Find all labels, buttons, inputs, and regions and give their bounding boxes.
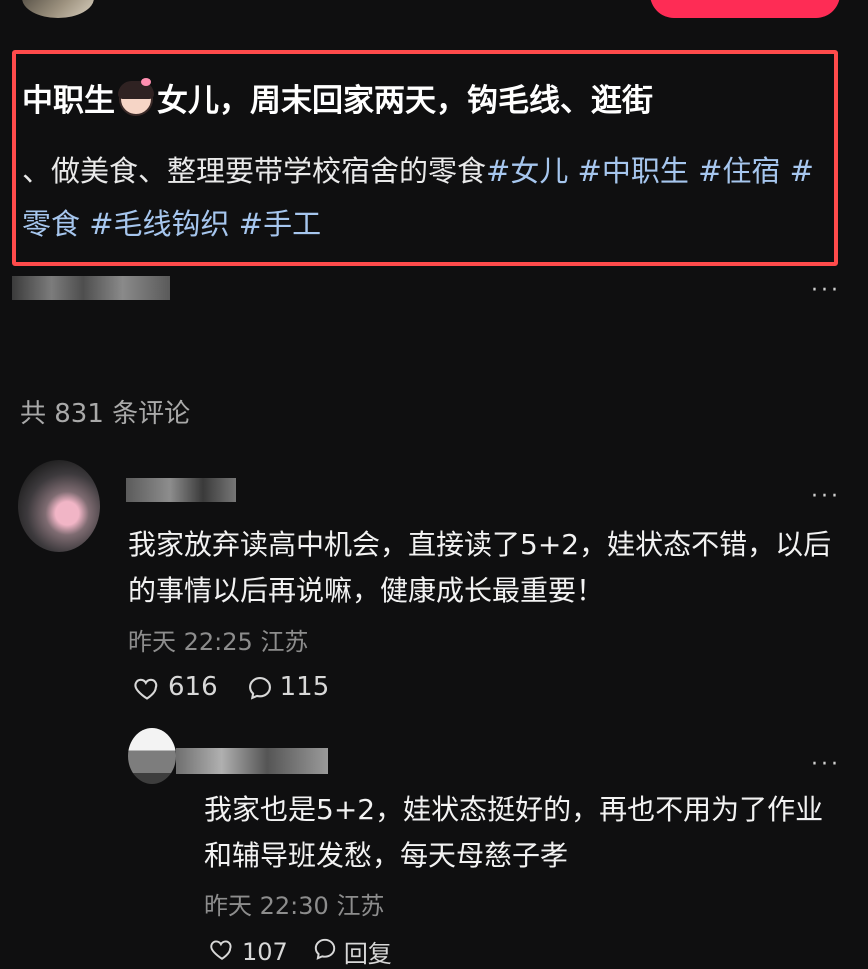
post-more-icon[interactable]: ··· — [811, 280, 841, 302]
reply-like-count: 107 — [242, 937, 288, 966]
commenter-name-blurred[interactable] — [126, 478, 236, 502]
commenter-avatar[interactable] — [18, 460, 100, 552]
comment-time: 昨天 22:25 — [128, 628, 253, 656]
post-title-part2: 女儿，周末回家两天，钩毛线、逛街 — [157, 83, 653, 119]
reply-more-icon[interactable]: ··· — [811, 754, 841, 776]
reply-label[interactable]: 回复 — [344, 934, 392, 969]
comment-more-icon[interactable]: ··· — [811, 486, 841, 508]
post-description: 、做美食、整理要带学校宿舍的零食#女儿 #中职生 #住宿 #零食 #毛线钩织 #… — [22, 145, 834, 251]
blurred-info — [12, 276, 170, 300]
comment-text: 我家放弃读高中机会，直接读了5+2，娃状态不错，以后的事情以后再说嘛，健康成长最… — [128, 528, 832, 607]
author-avatar[interactable] — [22, 0, 94, 18]
hashtag-daughter[interactable]: #女儿 — [486, 154, 568, 188]
like-count: 616 — [168, 672, 218, 702]
replier-avatar[interactable] — [128, 728, 176, 784]
reply-bubble-icon-2[interactable] — [312, 936, 338, 968]
follow-button[interactable] — [650, 0, 840, 18]
comment-location: 江苏 — [260, 628, 309, 656]
replier-name-blurred[interactable] — [176, 748, 328, 774]
hashtag-crochet[interactable]: #毛线钩织 — [89, 207, 229, 241]
comment-meta: 昨天 22:25 江苏 — [128, 622, 308, 657]
reply-count: 115 — [279, 672, 330, 702]
reply-actions: 107 回复 — [208, 934, 392, 969]
reply-meta: 昨天 22:30 江苏 — [204, 886, 384, 921]
hashtag-vocational-student[interactable]: #中职生 — [578, 154, 689, 188]
girl-face-icon — [118, 78, 154, 116]
reply-location: 江苏 — [336, 892, 385, 920]
reply-text: 我家也是5+2，娃状态挺好的，再也不用为了作业和辅导班发愁，每天母慈子孝 — [204, 793, 824, 872]
comment-count: 共 831 条评论 — [20, 399, 191, 429]
hashtag-handmade[interactable]: #手工 — [239, 207, 321, 241]
post-title: 中职生 女儿，周末回家两天，钩毛线、逛街 — [22, 78, 653, 122]
comment-actions: 616 115 — [132, 672, 329, 702]
hashtag-boarding[interactable]: #住宿 — [698, 154, 780, 188]
reply-time: 昨天 22:30 — [204, 892, 329, 920]
reply-heart-icon[interactable] — [208, 936, 236, 968]
reply-bubble-icon[interactable] — [246, 672, 274, 702]
heart-icon[interactable] — [132, 672, 162, 702]
post-title-part1: 中职生 — [22, 83, 115, 119]
post-desc-text: 、做美食、整理要带学校宿舍的零食 — [22, 154, 487, 188]
